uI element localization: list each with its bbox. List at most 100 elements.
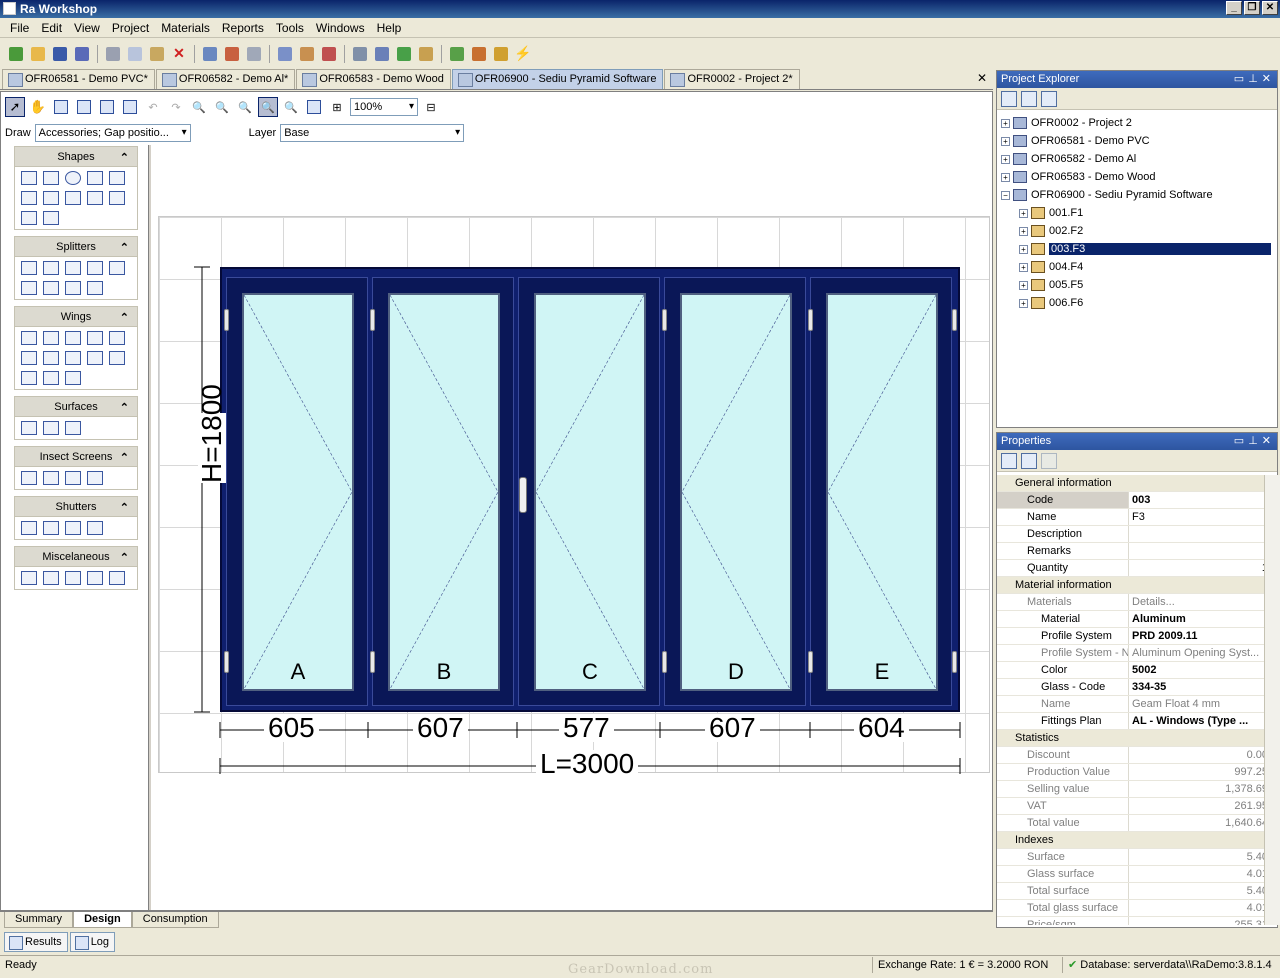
trapeze2-icon[interactable]: [65, 191, 81, 205]
item-icon[interactable]: [416, 44, 436, 64]
wing-top-icon[interactable]: [43, 331, 59, 345]
zoom-window-icon[interactable]: 🔍: [235, 97, 255, 117]
glass-icon[interactable]: [43, 421, 59, 435]
triangle-left-icon[interactable]: [21, 191, 37, 205]
surface-unknown-icon[interactable]: [21, 421, 37, 435]
grid3-icon[interactable]: [97, 97, 117, 117]
menu-windows[interactable]: Windows: [310, 21, 371, 35]
optimize-icon[interactable]: [469, 44, 489, 64]
shutter1-icon[interactable]: [21, 521, 37, 535]
sash-d[interactable]: D: [664, 277, 806, 706]
wing-fold3-icon[interactable]: [109, 351, 125, 365]
glass-pane[interactable]: E: [826, 293, 938, 691]
wing-tilt-icon[interactable]: [65, 331, 81, 345]
grid4-icon[interactable]: [120, 97, 140, 117]
right-triangle-icon[interactable]: [109, 171, 125, 185]
width-dimension-label[interactable]: 607: [705, 714, 760, 742]
prop-total-value[interactable]: Total value 1,640.64: [997, 815, 1274, 832]
tree-item[interactable]: + OFR06581 - Demo PVC: [1001, 132, 1273, 150]
screen1-icon[interactable]: [21, 471, 37, 485]
sash-a[interactable]: A: [226, 277, 368, 706]
tree-item[interactable]: − OFR06900 - Sediu Pyramid Software: [1001, 186, 1273, 204]
prop-quantity[interactable]: Quantity1: [997, 560, 1274, 577]
width-dimension-label[interactable]: 604: [854, 714, 909, 742]
width-dimension-label[interactable]: 605: [264, 714, 319, 742]
zoom-out-icon[interactable]: 🔍: [212, 97, 232, 117]
custom-shape-icon[interactable]: [21, 211, 37, 225]
wing-fixed-icon[interactable]: [21, 351, 37, 365]
shutters-header[interactable]: Shutters: [15, 497, 137, 518]
screen2-icon[interactable]: [43, 471, 59, 485]
misc3-icon[interactable]: [65, 571, 81, 585]
width-dimension-label[interactable]: 607: [413, 714, 468, 742]
prop-name[interactable]: Name F3: [997, 509, 1274, 526]
split-library-icon[interactable]: [87, 281, 103, 295]
redo-icon[interactable]: ↷: [166, 97, 186, 117]
panel-controls-icon[interactable]: ▭⊥✕: [1234, 71, 1275, 87]
tree-item[interactable]: + OFR0002 - Project 2: [1001, 114, 1273, 132]
tree-child[interactable]: +005.F5: [1001, 276, 1273, 294]
panel-controls-icon[interactable]: ▭⊥✕: [1234, 433, 1275, 449]
triangle-icon[interactable]: [87, 171, 103, 185]
pan-icon[interactable]: ✋: [28, 97, 48, 117]
prop-code[interactable]: Code 003: [997, 492, 1274, 509]
length-dimension-label[interactable]: L=3000: [536, 750, 639, 778]
grid-split-icon[interactable]: [65, 281, 81, 295]
menu-file[interactable]: File: [4, 21, 35, 35]
shutter3-icon[interactable]: [65, 521, 81, 535]
paste-icon[interactable]: [147, 44, 167, 64]
cut-icon[interactable]: [103, 44, 123, 64]
report-icon[interactable]: [200, 44, 220, 64]
split-l-icon[interactable]: [87, 261, 103, 275]
cross-split-icon[interactable]: [65, 261, 81, 275]
screen-library-icon[interactable]: [87, 471, 103, 485]
zoom-plus-icon[interactable]: ⊞: [327, 97, 347, 117]
insect-screens-header[interactable]: Insect Screens: [15, 447, 137, 468]
zoom-icon[interactable]: 🔍: [281, 97, 301, 117]
close-tab-icon[interactable]: ✕: [977, 71, 987, 85]
zoom-minus-icon[interactable]: ⊟: [421, 97, 441, 117]
tab-sediu-pyramid[interactable]: OFR06900 - Sediu Pyramid Software: [451, 69, 664, 89]
prop-discount[interactable]: Discount 0.00: [997, 747, 1274, 764]
undo-icon[interactable]: ↶: [143, 97, 163, 117]
door-double-icon[interactable]: [43, 371, 59, 385]
tree-item[interactable]: + OFR06583 - Demo Wood: [1001, 168, 1273, 186]
category-material[interactable]: Material information: [997, 577, 1274, 594]
tab-demo-pvc[interactable]: OFR06581 - Demo PVC*: [2, 69, 155, 89]
restore-button[interactable]: ❐: [1244, 1, 1260, 15]
glass-pane[interactable]: D: [680, 293, 792, 691]
shape-library-icon[interactable]: [43, 211, 59, 225]
save-all-icon[interactable]: [72, 44, 92, 64]
misc5-icon[interactable]: [109, 571, 125, 585]
tree-view-icon[interactable]: [1041, 90, 1057, 107]
prop-materials[interactable]: Materials Details...: [997, 594, 1274, 611]
hsplit-icon[interactable]: [43, 261, 59, 275]
tree-child[interactable]: +002.F2: [1001, 222, 1273, 240]
vsplit-icon[interactable]: [21, 261, 37, 275]
door-icon[interactable]: [21, 371, 37, 385]
tree-child[interactable]: +004.F4: [1001, 258, 1273, 276]
pointer-icon[interactable]: ➚: [5, 97, 25, 117]
prop-material[interactable]: Material Aluminum: [997, 611, 1274, 628]
window-new-icon[interactable]: [275, 44, 295, 64]
prop-total-glass-surface[interactable]: Total glass surface 4.01: [997, 900, 1274, 917]
tab-demo-al[interactable]: OFR06582 - Demo Al*: [155, 69, 296, 89]
property-pages-icon[interactable]: [1041, 452, 1057, 469]
wing-double-icon[interactable]: [87, 331, 103, 345]
shapes-header[interactable]: Shapes: [15, 147, 137, 168]
prop-color[interactable]: Color 5002: [997, 662, 1274, 679]
wing-library-icon[interactable]: [65, 371, 81, 385]
tab-consumption[interactable]: Consumption: [131, 912, 219, 928]
zoom-in-icon[interactable]: 🔍: [189, 97, 209, 117]
export-icon[interactable]: [244, 44, 264, 64]
order-icon[interactable]: [491, 44, 511, 64]
prop-profile-system-name[interactable]: Profile System - N Aluminum Opening Syst.…: [997, 645, 1274, 662]
grid2-icon[interactable]: [74, 97, 94, 117]
glass-pane[interactable]: C: [534, 293, 646, 691]
split-r-icon[interactable]: [109, 261, 125, 275]
misc4-icon[interactable]: [87, 571, 103, 585]
sash-b[interactable]: B: [372, 277, 514, 706]
prop-fittings-plan[interactable]: Fittings Plan AL - Windows (Type ...: [997, 713, 1274, 730]
rectangle-icon[interactable]: [21, 171, 37, 185]
window-copy-icon[interactable]: [297, 44, 317, 64]
